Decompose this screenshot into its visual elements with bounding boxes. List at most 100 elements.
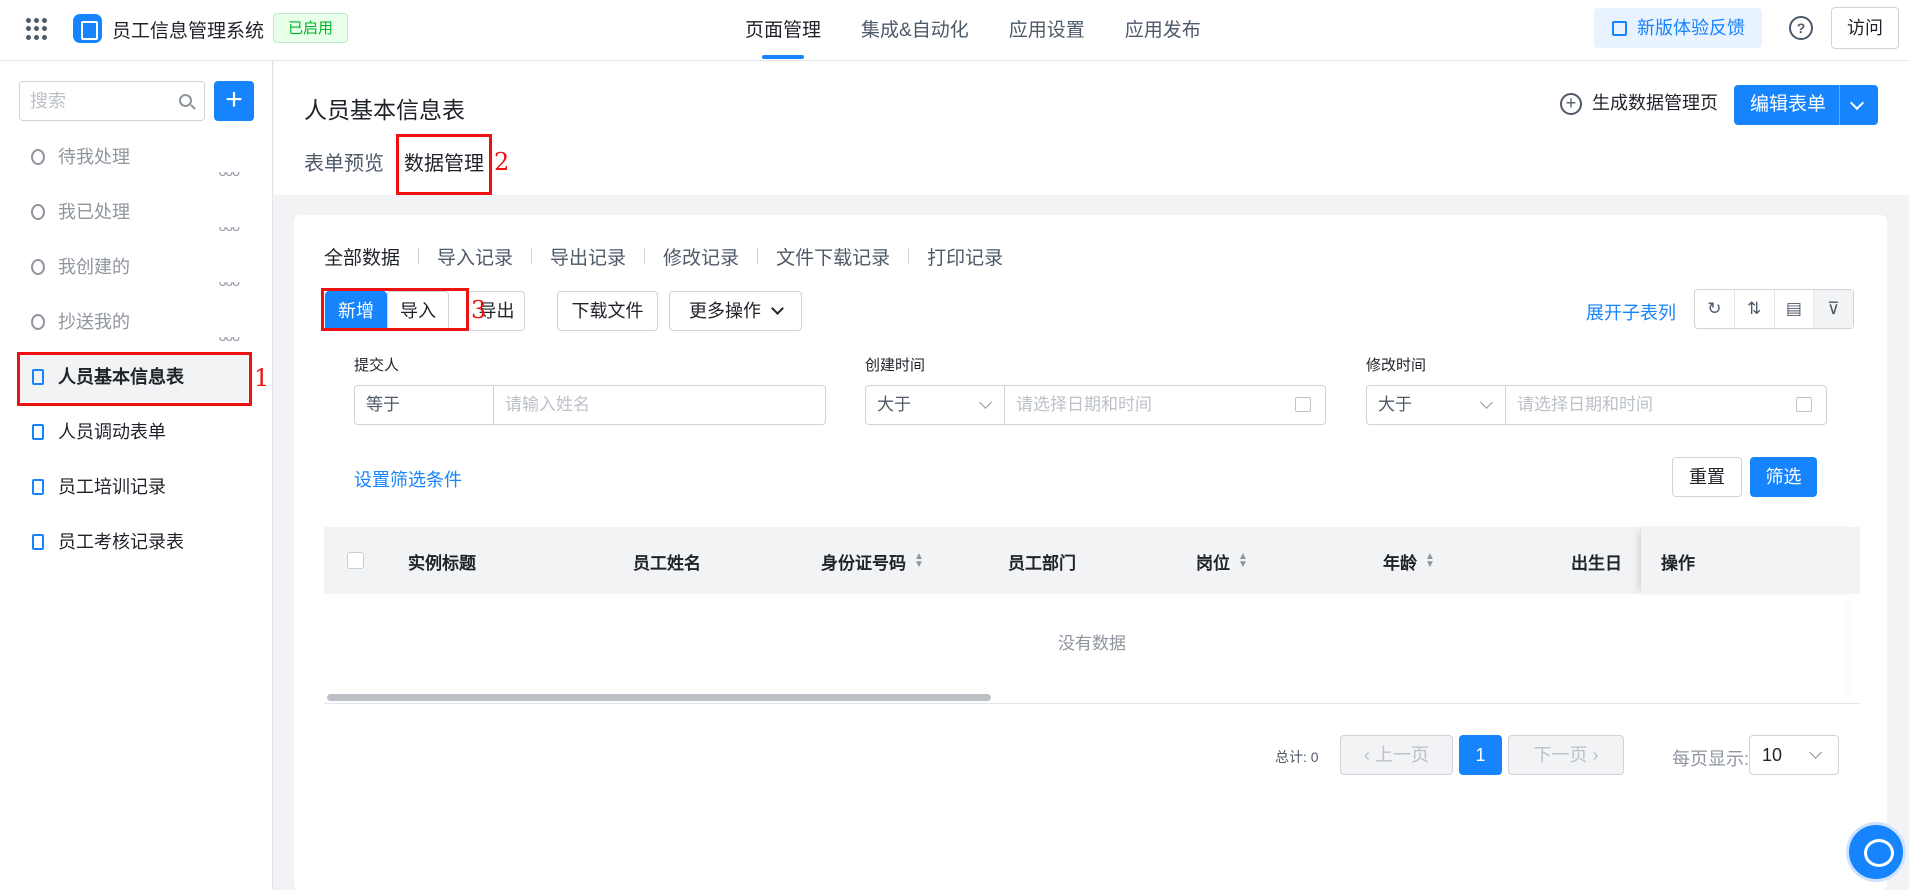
nav-tab-app-settings[interactable]: 应用设置: [1009, 0, 1085, 61]
filter-modified: 大于 请选择日期和时间: [1366, 385, 1827, 425]
column-header[interactable]: 出生日: [1571, 549, 1622, 574]
filter-icon[interactable]: ⊽: [1814, 290, 1853, 328]
sidebar-item-created[interactable]: 我创建的 ᴗᴗᴗ: [19, 242, 251, 292]
created-operator[interactable]: 大于: [866, 386, 1005, 424]
user-check-icon: [31, 204, 45, 220]
user-add-icon: [31, 259, 45, 275]
chevron-left-icon: ‹: [1364, 745, 1375, 765]
search-icon: [179, 94, 192, 107]
nav-tab-app-publish[interactable]: 应用发布: [1125, 0, 1201, 61]
annotation-number-2: 2: [494, 148, 510, 176]
sort-icon[interactable]: ⇅: [1735, 290, 1775, 328]
created-datetime-input[interactable]: 请选择日期和时间: [1005, 386, 1325, 424]
annotation-number-1: 1: [254, 364, 270, 392]
refresh-icon[interactable]: ↻: [1695, 290, 1735, 328]
prev-page-button[interactable]: ‹ 上一页: [1340, 735, 1453, 775]
tab-import-records[interactable]: 导入记录: [437, 243, 513, 270]
visit-button[interactable]: 访问: [1831, 7, 1899, 49]
sort-icon[interactable]: ▲ ▼: [1238, 552, 1248, 570]
filter-label-created: 创建时间: [865, 357, 926, 374]
status-badge: 已启用: [273, 13, 349, 43]
data-card: 全部数据 导入记录 导出记录 修改记录 文件下载记录 打印记录 新增 导入 导出…: [294, 215, 1887, 890]
annotation-box-3: [321, 288, 469, 331]
actions-column: 操作: [1641, 527, 1860, 594]
app-logo-icon: [73, 14, 102, 43]
chevron-down-icon[interactable]: [1849, 95, 1865, 111]
column-header[interactable]: 年龄 ▲ ▼: [1383, 549, 1435, 574]
annotation-number-3: 3: [471, 296, 487, 324]
per-page-label: 每页显示:: [1672, 749, 1750, 769]
submitter-input[interactable]: 请输入姓名: [494, 386, 825, 424]
sort-icon[interactable]: ▲ ▼: [914, 552, 924, 570]
chevron-down-icon: [771, 302, 784, 315]
submitter-operator[interactable]: 等于: [355, 386, 494, 424]
nav-tab-page-management[interactable]: 页面管理: [745, 0, 821, 61]
modified-operator[interactable]: 大于: [1367, 386, 1506, 424]
column-header[interactable]: 员工部门: [1008, 549, 1076, 574]
sidebar: 搜索 + 待我处理 ᴗᴗᴗ 我已处理 ᴗᴗᴗ 我创建的 ᴗᴗᴗ 抄送我的 ᴗᴗᴗ…: [0, 61, 273, 890]
nav-tab-integration[interactable]: 集成&自动化: [861, 0, 969, 61]
more-actions-button[interactable]: 更多操作: [669, 291, 802, 331]
reset-button[interactable]: 重置: [1672, 457, 1742, 497]
expand-subtable-link[interactable]: 展开子表列: [1586, 299, 1676, 325]
empty-state: 没有数据: [1058, 634, 1126, 653]
sidebar-item-training[interactable]: 员工培训记录: [19, 462, 251, 512]
app-name: 员工信息管理系统: [112, 21, 265, 42]
tab-modify-records[interactable]: 修改记录: [663, 243, 739, 270]
data-tabs: 全部数据 导入记录 导出记录 修改记录 文件下载记录 打印记录: [324, 243, 1021, 270]
sidebar-item-cc[interactable]: 抄送我的 ᴗᴗᴗ: [19, 297, 251, 347]
total-count: 总计: 0: [1275, 749, 1319, 765]
chevron-down-icon: [979, 396, 992, 409]
annotation-box-1: [17, 352, 252, 406]
page-1-button[interactable]: 1: [1459, 735, 1502, 775]
column-settings-icon[interactable]: ▤: [1775, 290, 1815, 328]
sidebar-item-assessment[interactable]: 员工考核记录表: [19, 517, 251, 567]
next-page-button[interactable]: 下一页 ›: [1508, 735, 1624, 775]
help-icon[interactable]: ?: [1789, 16, 1813, 40]
form-doc-icon: [32, 534, 44, 550]
send-icon: [31, 314, 45, 330]
per-page-select[interactable]: 10: [1749, 735, 1839, 775]
add-page-button[interactable]: +: [214, 81, 254, 121]
calendar-icon: [1295, 397, 1311, 412]
sort-icon[interactable]: ▲ ▼: [1425, 552, 1435, 570]
filter-label-submitter: 提交人: [354, 357, 400, 374]
sidebar-item-transfer[interactable]: 人员调动表单: [19, 407, 251, 457]
table-body: 没有数据: [324, 594, 1860, 704]
feedback-button[interactable]: 新版体验反馈: [1594, 8, 1762, 48]
chevron-right-icon: ›: [1587, 745, 1599, 765]
support-chat-icon[interactable]: [1846, 822, 1906, 882]
select-all-checkbox[interactable]: [347, 552, 364, 569]
modified-datetime-input[interactable]: 请选择日期和时间: [1506, 386, 1826, 424]
set-filter-conditions-link[interactable]: 设置筛选条件: [354, 466, 462, 492]
search-input[interactable]: 搜索: [19, 81, 205, 121]
column-header[interactable]: 实例标题: [408, 549, 476, 574]
tab-form-preview[interactable]: 表单预览: [304, 147, 384, 176]
apply-filter-button[interactable]: 筛选: [1750, 457, 1817, 497]
app-grid-icon[interactable]: [26, 18, 48, 40]
form-doc-icon: [32, 479, 44, 495]
sidebar-item-pending[interactable]: 待我处理 ᴗᴗᴗ: [19, 132, 251, 182]
tab-download-records[interactable]: 文件下载记录: [776, 243, 890, 270]
table-tools: ↻ ⇅ ▤ ⊽: [1694, 289, 1854, 329]
sidebar-item-processed[interactable]: 我已处理 ᴗᴗᴗ: [19, 187, 251, 237]
generate-data-page-button[interactable]: + 生成数据管理页: [1560, 89, 1718, 115]
download-files-button[interactable]: 下载文件: [557, 291, 658, 331]
tab-export-records[interactable]: 导出记录: [550, 243, 626, 270]
page-title: 人员基本信息表: [304, 97, 465, 123]
horizontal-scrollbar[interactable]: [327, 694, 991, 701]
form-header: 人员基本信息表 表单预览 数据管理 + 生成数据管理页 编辑表单: [274, 61, 1909, 195]
calendar-icon: [1796, 397, 1812, 412]
org-flow-icon: [32, 424, 44, 440]
chevron-down-icon: [1480, 396, 1493, 409]
column-header[interactable]: 员工姓名: [633, 549, 701, 574]
column-header[interactable]: 身份证号码 ▲ ▼: [821, 549, 924, 574]
tab-print-records[interactable]: 打印记录: [927, 243, 1003, 270]
filter-submitter: 等于 请输入姓名: [354, 385, 826, 425]
main-nav: 页面管理 集成&自动化 应用设置 应用发布: [745, 0, 1241, 61]
edit-form-button[interactable]: 编辑表单: [1734, 85, 1878, 125]
column-header[interactable]: 岗位 ▲ ▼: [1196, 549, 1248, 574]
tab-all-data[interactable]: 全部数据: [324, 243, 400, 270]
chevron-down-icon: [1809, 746, 1822, 759]
filter-created: 大于 请选择日期和时间: [865, 385, 1326, 425]
